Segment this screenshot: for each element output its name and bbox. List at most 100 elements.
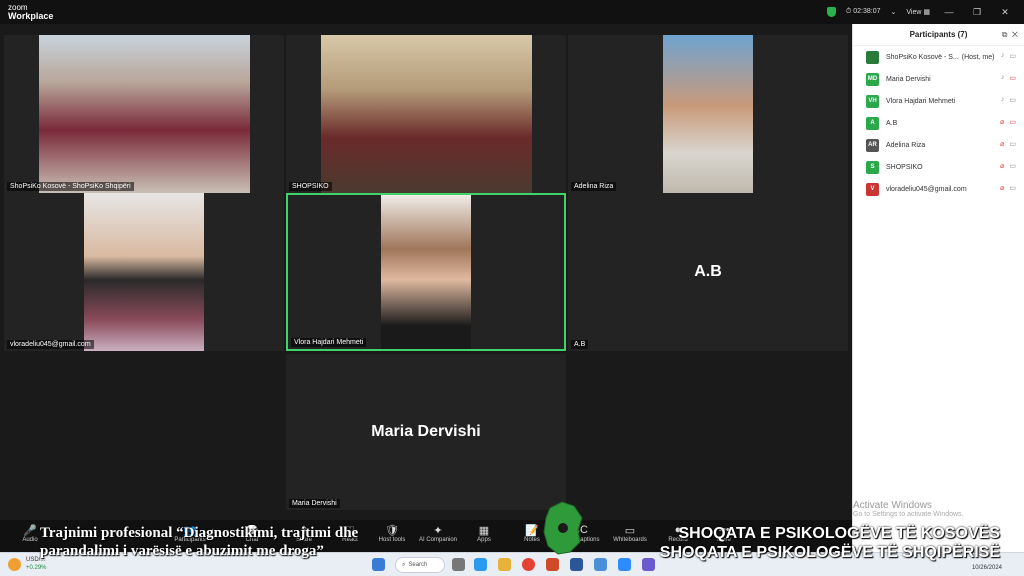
toolbar-label: Whiteboards bbox=[613, 537, 647, 543]
caption-org-kosovo: SHOQATA E PSIKOLOGËVE TË KOSOVËS bbox=[678, 525, 1000, 542]
timer-value: 02:38:07 bbox=[853, 8, 881, 15]
participant-name: Vlora Hajdari Mehmeti bbox=[886, 97, 956, 105]
tile-name: Maria Dervishi bbox=[289, 499, 340, 508]
activate-windows-watermark: Activate Windows Go to Settings to activ… bbox=[853, 500, 964, 518]
avatar: AR bbox=[866, 138, 879, 152]
powerpoint-icon[interactable] bbox=[546, 558, 559, 571]
participant-name: Maria Dervishi bbox=[886, 75, 931, 83]
store-icon[interactable] bbox=[594, 558, 607, 571]
video-tile[interactable]: Maria Dervishi Maria Dervishi bbox=[286, 354, 566, 510]
mic-muted-icon[interactable]: ⌀ bbox=[1000, 140, 1004, 148]
zoom-taskbar-icon[interactable] bbox=[618, 558, 631, 571]
mic-icon[interactable]: ♪ bbox=[1001, 74, 1005, 82]
participant-video bbox=[381, 195, 471, 349]
participant-role: (Host, me) bbox=[961, 53, 995, 61]
avatar: S bbox=[866, 160, 879, 174]
camera-icon[interactable]: ▭ bbox=[1009, 184, 1016, 192]
meeting-timer: ⏱ 02:38:07 bbox=[845, 8, 881, 15]
avatar: V bbox=[866, 182, 879, 196]
participant-name-display: Maria Dervishi bbox=[371, 423, 481, 440]
participant-row[interactable]: Vvloradeliu045@gmail.com ⌀ ▭ bbox=[853, 178, 1024, 200]
stock-change: +0.29% bbox=[26, 565, 47, 571]
close-button[interactable]: ✕ bbox=[996, 7, 1014, 18]
title-bar: zoom Workplace ⏱ 02:38:07 ⌄ View ▦ — ❐ ✕ bbox=[0, 0, 1024, 24]
watermark-title: Activate Windows bbox=[853, 500, 932, 511]
camera-icon[interactable]: ▭ bbox=[1009, 162, 1016, 170]
avatar: VH bbox=[866, 94, 879, 108]
participant-row[interactable]: ShoPsiKo Kosovë - S... (Host, me) ♪ ▭ bbox=[853, 46, 1024, 68]
participant-name: vloradeliu045@gmail.com bbox=[886, 185, 967, 193]
participant-name: SHOPSIKO bbox=[886, 163, 923, 171]
maximize-button[interactable]: ❐ bbox=[968, 7, 986, 18]
avatar bbox=[866, 50, 879, 64]
participants-panel: Participants (7) ⧉ ✕ ShoPsiKo Kosovë - S… bbox=[852, 24, 1024, 552]
active-speaker-tile[interactable]: Vlora Hajdari Mehmeti bbox=[286, 193, 566, 351]
taskbar-date: 10/26/2024 bbox=[971, 565, 1002, 571]
conference-room-video bbox=[39, 35, 250, 193]
camera-off-icon[interactable]: ▭ bbox=[1009, 74, 1016, 82]
participant-name: A.B bbox=[886, 119, 898, 127]
video-tile[interactable]: SHOPSIKO bbox=[286, 35, 566, 193]
tile-name: vloradeliu045@gmail.com bbox=[7, 340, 94, 349]
tile-name: Vlora Hajdari Mehmeti bbox=[291, 338, 367, 347]
search-label: Search bbox=[408, 562, 428, 568]
tile-name: SHOPSIKO bbox=[289, 182, 332, 191]
participant-list: ShoPsiKo Kosovë - S... (Host, me) ♪ ▭ MD Mari… bbox=[853, 46, 1024, 200]
participant-name: Adelina Riza bbox=[886, 141, 926, 149]
conference-hall-video bbox=[321, 35, 532, 193]
participant-row[interactable]: AR Adelina Riza ⌀ ▭ bbox=[853, 134, 1024, 156]
organization-caption: SHOQATA E PSIKOLOGËVE TË KOSOVËS SHOQATA… bbox=[660, 524, 1000, 562]
encryption-shield-icon[interactable] bbox=[826, 7, 836, 17]
video-tile[interactable]: vloradeliu045@gmail.com bbox=[4, 193, 284, 351]
camera-icon[interactable]: ▭ bbox=[1009, 140, 1016, 148]
participant-row[interactable]: MD Maria Dervishi ♪ ▭ bbox=[853, 68, 1024, 90]
camera-icon[interactable]: ▭ bbox=[1009, 52, 1016, 60]
participants-header: Participants (7) ⧉ ✕ bbox=[853, 24, 1024, 46]
participant-name-display: A.B bbox=[694, 263, 722, 280]
view-button[interactable]: View ▦ bbox=[906, 8, 930, 16]
panel-title: Participants (7) bbox=[909, 30, 968, 39]
participant-name: ShoPsiKo Kosovë - S... bbox=[886, 53, 959, 61]
zoom-logo: zoom Workplace bbox=[8, 3, 53, 21]
training-title-caption: Trajnimi profesional “Diagnostikimi, tra… bbox=[40, 524, 480, 560]
file-explorer-icon[interactable] bbox=[498, 558, 511, 571]
watermark-subtitle: Go to Settings to activate Windows. bbox=[853, 511, 964, 518]
participant-video bbox=[84, 193, 204, 351]
toolbar-icon: ▭ bbox=[624, 525, 636, 537]
weather-icon[interactable] bbox=[8, 558, 21, 571]
caption-line1: Trajnimi profesional “Diagnostikimi, tra… bbox=[40, 525, 359, 541]
caption-line2: parandalimi i varësisë e abuzimit me dro… bbox=[40, 543, 324, 559]
video-gallery: ShoPsiKo Kosovë - ShoPsiKo Shqipëri SHOP… bbox=[0, 24, 852, 520]
panel-controls[interactable]: ⧉ ✕ bbox=[1002, 30, 1018, 40]
mic-muted-icon[interactable]: ⌀ bbox=[1000, 162, 1004, 170]
video-tile[interactable]: ShoPsiKo Kosovë - ShoPsiKo Shqipëri bbox=[4, 35, 284, 193]
mic-icon[interactable]: ♪ bbox=[1001, 96, 1005, 104]
caption-org-albania: SHOQATA E PSIKOLOGËVE TË SHQIPËRISË bbox=[659, 544, 1000, 561]
premiere-icon[interactable] bbox=[570, 558, 583, 571]
video-tile[interactable]: A.B A.B bbox=[568, 193, 848, 351]
camera-icon[interactable]: ▭ bbox=[1009, 96, 1016, 104]
logo-line2: Workplace bbox=[8, 11, 54, 21]
toolbar-label: Audio bbox=[22, 537, 38, 543]
mic-muted-icon[interactable]: ⌀ bbox=[1000, 184, 1004, 192]
mic-muted-icon[interactable]: ⌀ bbox=[1000, 118, 1004, 126]
video-tile[interactable]: Adelina Riza bbox=[568, 35, 848, 193]
tile-name: Adelina Riza bbox=[571, 182, 617, 191]
kosovo-map-logo bbox=[543, 501, 583, 555]
avatar: A bbox=[866, 116, 879, 130]
mic-icon[interactable]: ♪ bbox=[1001, 52, 1005, 60]
tile-name: A.B bbox=[571, 340, 589, 349]
app-icon[interactable] bbox=[642, 558, 655, 571]
camera-off-icon[interactable]: ▭ bbox=[1009, 118, 1016, 126]
avatar: MD bbox=[866, 72, 879, 86]
participant-video bbox=[663, 35, 753, 193]
view-label: View bbox=[906, 9, 922, 16]
minimize-button[interactable]: — bbox=[940, 7, 958, 17]
chevron-down-icon[interactable]: ⌄ bbox=[891, 8, 897, 16]
participant-row[interactable]: A A.B ⌀ ▭ bbox=[853, 112, 1024, 134]
participant-row[interactable]: VH Vlora Hajdari Mehmeti ♪ ▭ bbox=[853, 90, 1024, 112]
toolbar-button-whiteboards[interactable]: ▭ Whiteboards bbox=[610, 524, 650, 543]
toolbar-label: Notes bbox=[524, 537, 540, 543]
participant-row[interactable]: S SHOPSIKO ⌀ ▭ bbox=[853, 156, 1024, 178]
chrome-icon[interactable] bbox=[522, 558, 535, 571]
